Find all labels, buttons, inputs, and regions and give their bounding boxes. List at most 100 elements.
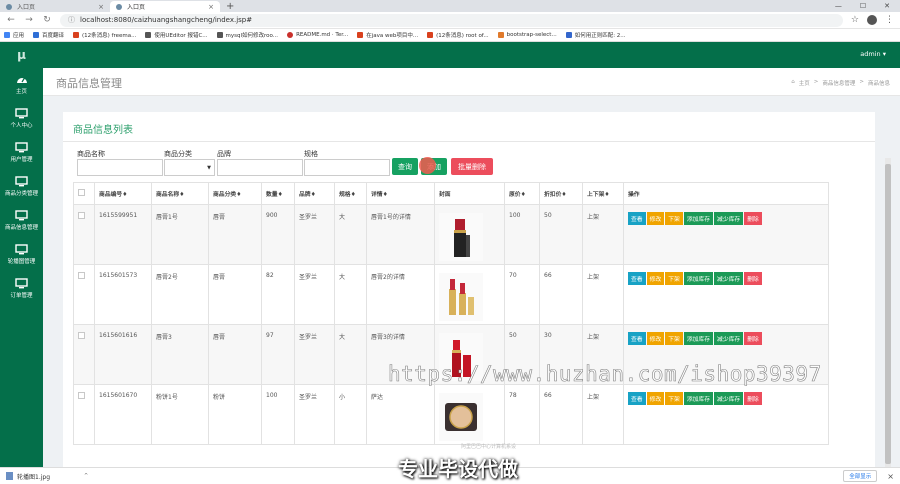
delete-button[interactable]: 删除 [744,272,762,285]
column-header[interactable]: 规格♦ [334,182,367,205]
download-item[interactable]: 轮播图1.jpg ^ [6,472,88,481]
vertical-scrollbar[interactable] [885,158,891,471]
column-header[interactable]: 品牌♦ [294,182,335,205]
search-button[interactable]: 查询 [392,158,418,175]
top-navbar: μ admin ▾ [0,42,900,68]
breadcrumb-section[interactable]: 商品信息管理 [822,79,855,87]
cell-detail: 唇膏2的详情 [366,264,435,325]
edit-button[interactable]: 修改 [646,272,665,285]
row-checkbox[interactable] [73,204,95,265]
close-download-bar-icon[interactable]: × [887,472,894,481]
edit-button[interactable]: 修改 [646,392,665,405]
table-row: 1615601573 唇膏2号 唇膏 82 圣罗兰 大 唇膏2的详情 70 66… [73,264,829,325]
breadcrumb-home[interactable]: 主页 [799,79,810,87]
show-all-downloads-button[interactable]: 全部显示 [843,470,878,482]
minimize-icon[interactable]: — [835,2,842,10]
window-controls: — ☐ ✕ [835,0,900,12]
reduce-stock-button[interactable]: 减少库存 [714,392,744,405]
take-down-button[interactable]: 下架 [665,272,683,285]
sidebar-item-carousel[interactable]: 轮播图管理 [0,238,43,270]
take-down-button[interactable]: 下架 [665,392,683,405]
sidebar-item-products[interactable]: 商品信息管理 [0,204,43,236]
sidebar-item-profile[interactable]: 个人中心 [0,102,43,134]
forward-icon[interactable]: → [24,15,34,25]
bookmark-item[interactable]: bootstrap-select... [497,32,557,38]
column-header[interactable]: 商品分类♦ [208,182,262,205]
maximize-icon[interactable]: ☐ [860,2,866,10]
column-header[interactable]: 原价♦ [504,182,540,205]
bookmark-item[interactable]: (12条消息) freema... [73,31,136,39]
brand-input[interactable] [217,159,303,176]
bookmark-apps[interactable]: 应用 [4,31,24,39]
reduce-stock-button[interactable]: 减少库存 [714,212,744,225]
info-icon[interactable]: ⓘ [68,15,75,25]
take-down-button[interactable]: 下架 [665,332,683,345]
view-button[interactable]: 查看 [628,332,646,345]
url-bar[interactable]: ⓘ localhost:8080/caizhuangshangcheng/ind… [60,13,843,27]
table-row: 1615601670 粉饼1号 粉饼 100 圣罗兰 小 萨达 78 66 上架… [73,384,829,445]
product-name-input[interactable] [77,159,163,176]
back-icon[interactable]: ← [6,15,16,25]
close-tab-icon[interactable]: × [208,3,214,11]
column-header[interactable]: 商品编号♦ [94,182,152,205]
chevron-up-icon[interactable]: ^ [84,473,88,479]
bookmark-star-icon[interactable]: ☆ [851,15,859,25]
bookmark-item[interactable]: 在java web项目中... [357,31,418,39]
column-header[interactable]: 折扣价♦ [539,182,583,205]
bookmark-item[interactable]: 使用UEditor 报错C... [145,31,208,39]
sidebar-item-users[interactable]: 用户管理 [0,136,43,168]
browser-tab-active[interactable]: 入口页 × [110,1,220,12]
bookmark-item[interactable]: (12条消息) root of... [427,31,489,39]
product-cover-image [439,272,483,321]
cell-quantity: 82 [261,264,295,325]
bookmark-item[interactable]: README.md · Ter... [287,32,348,38]
profile-avatar-icon[interactable] [867,15,877,25]
column-header[interactable]: 商品名称♦ [151,182,209,205]
delete-button[interactable]: 删除 [744,392,762,405]
breadcrumb-current: 商品信息 [867,81,890,87]
bookmark-item[interactable]: 如何用正则匹配: 2... [565,31,626,39]
view-button[interactable]: 查看 [628,392,646,405]
batch-delete-button[interactable]: 批量删除 [451,158,493,175]
cell-operations: 查看 修改 下架 添加库存 减少库存 删除 [623,384,829,445]
spec-input[interactable] [304,159,390,176]
delete-button[interactable]: 删除 [744,332,762,345]
add-stock-button[interactable]: 添加库存 [683,392,714,405]
row-checkbox[interactable] [73,384,95,445]
browser-tab[interactable]: 入口页 × [0,1,110,12]
take-down-button[interactable]: 下架 [665,212,683,225]
reload-icon[interactable]: ↻ [42,15,52,25]
page-favicon-icon [6,3,12,10]
row-checkbox[interactable] [73,264,95,325]
bookmark-item[interactable]: mysql如何修改roo... [216,31,278,39]
scrollbar-thumb[interactable] [885,164,891,464]
sidebar-item-home[interactable]: 主页 [0,68,43,100]
close-window-icon[interactable]: ✕ [884,2,890,10]
menu-kebab-icon[interactable]: ⋮ [885,15,894,25]
add-stock-button[interactable]: 添加库存 [683,332,714,345]
view-button[interactable]: 查看 [628,272,646,285]
column-header[interactable]: 数量♦ [261,182,295,205]
category-select[interactable]: ▼ [164,159,215,176]
reduce-stock-button[interactable]: 减少库存 [714,332,744,345]
edit-button[interactable]: 修改 [646,332,665,345]
row-checkbox[interactable] [73,324,95,385]
bookmark-favicon-icon [216,32,223,38]
new-tab-button[interactable]: + [226,1,234,12]
sidebar-item-orders[interactable]: 订单管理 [0,272,43,304]
column-header[interactable]: 详情♦ [366,182,435,205]
view-button[interactable]: 查看 [628,212,646,225]
edit-button[interactable]: 修改 [646,212,665,225]
product-cover-image [439,392,483,441]
add-stock-button[interactable]: 添加库存 [683,212,714,225]
column-header[interactable]: 上下架♦ [582,182,624,205]
monitor-icon [15,175,29,187]
add-stock-button[interactable]: 添加库存 [683,272,714,285]
admin-user-menu[interactable]: admin ▾ [860,50,886,58]
delete-button[interactable]: 删除 [744,212,762,225]
reduce-stock-button[interactable]: 减少库存 [714,272,744,285]
select-all-checkbox[interactable] [73,182,95,205]
sidebar-item-categories[interactable]: 商品分类管理 [0,170,43,202]
bookmark-item[interactable]: 百度翻译 [33,31,64,39]
close-tab-icon[interactable]: × [98,3,104,11]
